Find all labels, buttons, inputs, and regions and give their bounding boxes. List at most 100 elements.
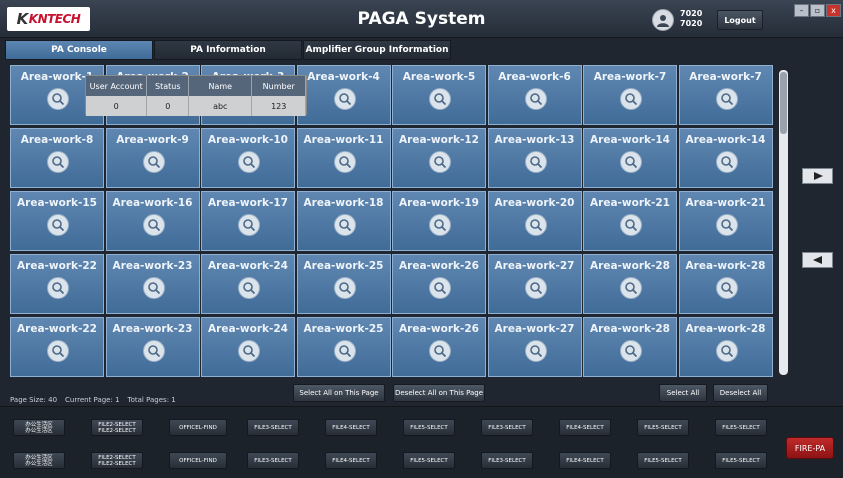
search-icon[interactable] [715,340,738,362]
search-icon[interactable] [620,88,642,110]
area-cell[interactable]: Area-work-28 [678,254,773,314]
search-icon[interactable] [524,277,547,299]
search-icon[interactable] [47,277,69,299]
prev-page-button[interactable] [802,252,833,268]
area-cell[interactable]: Area-work-23 [105,254,200,314]
search-icon[interactable] [429,151,451,173]
area-cell[interactable]: Area-work-26 [392,317,486,377]
search-icon[interactable] [524,88,547,110]
search-icon[interactable] [715,151,738,173]
search-icon[interactable] [47,151,69,173]
area-cell[interactable]: Area-work-23 [105,317,200,377]
search-icon[interactable] [524,214,547,236]
close-button[interactable]: x [826,4,841,17]
area-cell[interactable]: Area-work-28 [678,317,773,377]
search-icon[interactable] [238,340,260,362]
area-cell[interactable]: Area-work-14 [583,128,677,188]
search-icon[interactable] [238,151,260,173]
area-cell[interactable]: Area-work-27 [487,317,582,377]
select-all-button[interactable]: Select All [659,384,707,402]
tab-amplifier-group-information[interactable]: Amplifier Group Information [303,40,451,60]
zone-select-button[interactable]: FILE4-SELECT [559,452,611,469]
zone-select-button[interactable]: FILE4-SELECT [559,419,611,436]
area-cell[interactable]: Area-work-26 [392,254,486,314]
search-icon[interactable] [620,214,642,236]
search-icon[interactable] [142,214,165,236]
search-icon[interactable] [620,277,642,299]
zone-select-button[interactable]: FILE3-SELECT [481,419,533,436]
search-icon[interactable] [715,88,738,110]
tab-pa-console[interactable]: PA Console [5,40,153,60]
area-cell[interactable]: Area-work-24 [201,317,295,377]
search-icon[interactable] [142,340,165,362]
zone-select-button[interactable]: OFFICEL-FIND [169,452,227,469]
search-icon[interactable] [238,277,260,299]
zone-select-button[interactable]: 办公生活区 办公生活区 [13,419,65,436]
area-cell[interactable]: Area-work-11 [296,128,391,188]
zone-select-button[interactable]: FILE5-SELECT [715,452,767,469]
maximize-button[interactable]: ▫ [810,4,825,17]
zone-select-button[interactable]: FILE3-SELECT [481,452,533,469]
search-icon[interactable] [715,214,738,236]
area-cell[interactable]: Area-work-8 [10,128,104,188]
area-cell[interactable]: Area-work-16 [105,191,200,251]
search-icon[interactable] [333,277,356,299]
area-cell[interactable]: Area-work-6 [487,65,582,125]
area-cell[interactable]: Area-work-28 [583,317,677,377]
area-cell[interactable]: Area-work-7 [583,65,677,125]
search-icon[interactable] [333,340,356,362]
area-cell[interactable]: Area-work-24 [201,254,295,314]
zone-select-button[interactable]: FILE3-SELECT [247,419,299,436]
select-all-on-page-button[interactable]: Select All on This Page [293,384,385,402]
search-icon[interactable] [47,88,69,110]
deselect-all-button[interactable]: Deselect All [713,384,768,402]
zone-select-button[interactable]: FILE2-SELECT FILE2-SELECT [91,452,143,469]
area-cell[interactable]: Area-work-22 [10,254,104,314]
zone-select-button[interactable]: OFFICEL-FIND [169,419,227,436]
search-icon[interactable] [429,214,451,236]
area-cell[interactable]: Area-work-19 [392,191,486,251]
area-cell[interactable]: Area-work-27 [487,254,582,314]
zone-select-button[interactable]: FILE5-SELECT [403,419,455,436]
search-icon[interactable] [47,214,69,236]
minimize-button[interactable]: – [794,4,809,17]
area-cell[interactable]: Area-work-9 [105,128,200,188]
fire-pa-button[interactable]: FIRE-PA [786,437,834,459]
area-cell[interactable]: Area-work-20 [487,191,582,251]
area-cell[interactable]: Area-work-22 [10,317,104,377]
search-icon[interactable] [333,151,356,173]
search-icon[interactable] [524,340,547,362]
zone-select-button[interactable]: FILE5-SELECT [403,452,455,469]
area-cell[interactable]: Area-work-4 [296,65,391,125]
search-icon[interactable] [47,340,69,362]
search-icon[interactable] [142,151,165,173]
search-icon[interactable] [429,277,451,299]
search-icon[interactable] [524,151,547,173]
zone-select-button[interactable]: FILE5-SELECT [637,419,689,436]
search-icon[interactable] [620,340,642,362]
search-icon[interactable] [620,151,642,173]
area-cell[interactable]: Area-work-28 [583,254,677,314]
area-cell[interactable]: Area-work-13 [487,128,582,188]
zone-select-button[interactable]: FILE4-SELECT [325,419,377,436]
area-cell[interactable]: Area-work-21 [678,191,773,251]
search-icon[interactable] [429,340,451,362]
area-cell[interactable]: Area-work-25 [296,317,391,377]
area-cell[interactable]: Area-work-12 [392,128,486,188]
area-cell[interactable]: Area-work-21 [583,191,677,251]
scrollbar-thumb[interactable] [780,72,787,134]
area-cell[interactable]: Area-work-15 [10,191,104,251]
search-icon[interactable] [429,88,451,110]
area-cell[interactable]: Area-work-18 [296,191,391,251]
search-icon[interactable] [715,277,738,299]
zone-select-button[interactable]: FILE5-SELECT [637,452,689,469]
area-cell[interactable]: Area-work-17 [201,191,295,251]
zone-select-button[interactable]: FILE4-SELECT [325,452,377,469]
logout-button[interactable]: Logout [717,10,763,30]
search-icon[interactable] [238,214,260,236]
zone-select-button[interactable]: FILE2-SELECT FILE2-SELECT [91,419,143,436]
area-cell[interactable]: Area-work-14 [678,128,773,188]
area-cell[interactable]: Area-work-25 [296,254,391,314]
search-icon[interactable] [333,88,356,110]
search-icon[interactable] [333,214,356,236]
